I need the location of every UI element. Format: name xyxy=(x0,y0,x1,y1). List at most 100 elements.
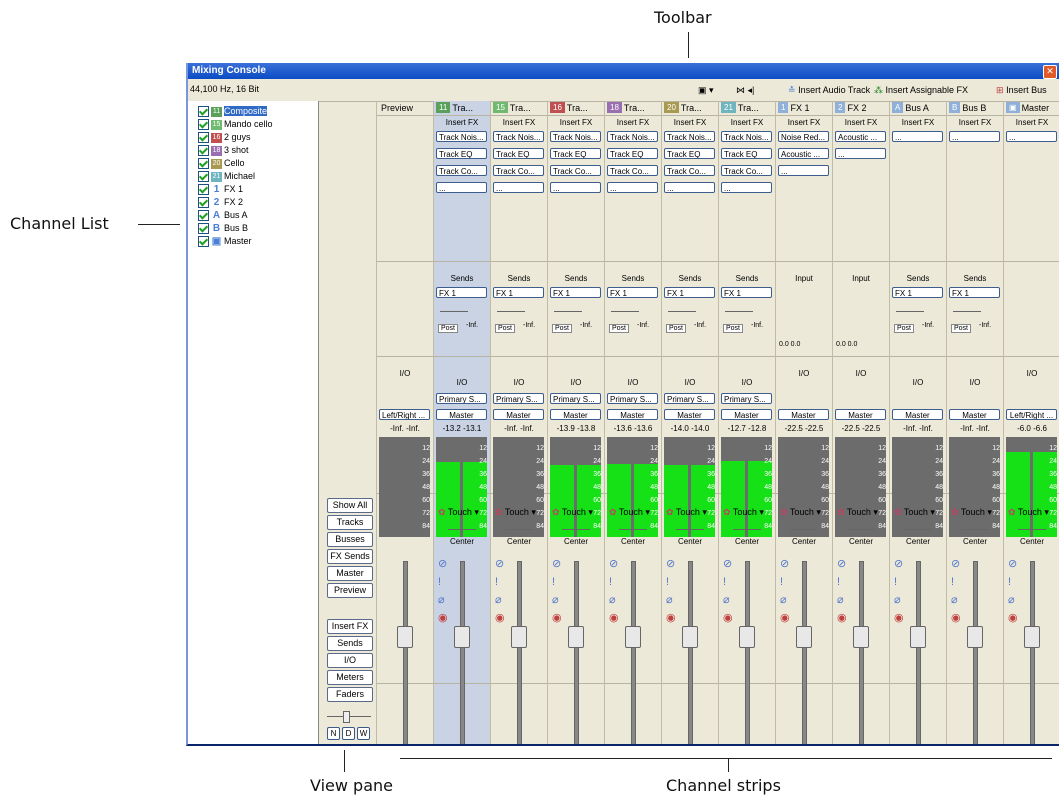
record-icon[interactable]: ◉ xyxy=(837,613,847,624)
channel-list-item[interactable]: 16 2 guys xyxy=(198,131,251,144)
mute-icon[interactable]: ⊘ xyxy=(1008,559,1017,570)
fx-slot-button[interactable]: Acoustic ... xyxy=(835,131,886,142)
fader-thumb[interactable] xyxy=(853,626,869,648)
fx-slot-button[interactable]: Track Co... xyxy=(664,165,715,176)
fx-slot-button[interactable]: ... xyxy=(778,165,829,176)
pan-slider[interactable] xyxy=(1018,529,1046,530)
post-button[interactable]: Post xyxy=(723,324,744,333)
checkbox[interactable] xyxy=(198,210,209,222)
record-icon[interactable]: ◉ xyxy=(552,613,562,624)
checkbox[interactable] xyxy=(198,132,209,144)
post-button[interactable]: Post xyxy=(666,324,687,333)
record-icon[interactable]: ◉ xyxy=(1008,613,1018,624)
output-select[interactable]: Master xyxy=(949,409,1000,420)
send-select[interactable]: FX 1 xyxy=(493,287,544,298)
mute-icon[interactable]: ⊘ xyxy=(837,559,846,570)
input-select[interactable]: Primary S... xyxy=(493,393,544,404)
fx-slot-button[interactable]: Track Nois... xyxy=(721,131,772,142)
fx-slot-button[interactable]: Track EQ xyxy=(664,148,715,159)
send-select[interactable]: FX 1 xyxy=(721,287,772,298)
mute-icon[interactable]: ⊘ xyxy=(552,559,561,570)
output-select[interactable]: Master xyxy=(493,409,544,420)
view-button[interactable]: Insert FX xyxy=(327,619,373,634)
fader-thumb[interactable] xyxy=(568,626,584,648)
send-select[interactable]: FX 1 xyxy=(436,287,487,298)
view-button[interactable]: Tracks xyxy=(327,515,373,530)
output-select[interactable]: Master xyxy=(607,409,658,420)
view-button[interactable]: Faders xyxy=(327,687,373,702)
fx-slot-button[interactable]: Track Co... xyxy=(550,165,601,176)
channel-list-item[interactable]: B Bus B xyxy=(198,222,248,235)
output-select[interactable]: Left/Right ... xyxy=(379,409,430,420)
send-slider[interactable] xyxy=(725,311,753,312)
fx-slot-button[interactable]: Track EQ xyxy=(436,148,487,159)
fader-thumb[interactable] xyxy=(1024,626,1040,648)
output-select[interactable]: Master xyxy=(664,409,715,420)
checkbox[interactable] xyxy=(198,106,209,118)
pan-slider[interactable] xyxy=(505,529,533,530)
phase-icon[interactable]: ⌀ xyxy=(666,595,673,606)
fx-slot-button[interactable]: ... xyxy=(1006,131,1057,142)
view-mode-button[interactable]: N xyxy=(327,727,340,740)
input-select[interactable]: Primary S... xyxy=(550,393,601,404)
checkbox[interactable] xyxy=(198,197,209,209)
automation-touch-button[interactable]: ✿ Touch ▾ xyxy=(951,507,992,518)
fader-thumb[interactable] xyxy=(511,626,527,648)
strip-header[interactable]: Preview xyxy=(377,101,433,116)
view-button[interactable]: Sends xyxy=(327,636,373,651)
pan-slider[interactable] xyxy=(562,529,590,530)
record-icon[interactable]: ◉ xyxy=(438,613,448,624)
fx-slot-button[interactable]: Noise Red... xyxy=(778,131,829,142)
phase-icon[interactable]: ⌀ xyxy=(837,595,844,606)
post-button[interactable]: Post xyxy=(495,324,516,333)
pan-slider[interactable] xyxy=(847,529,875,530)
fx-slot-button[interactable]: Track Nois... xyxy=(664,131,715,142)
dropdown-icon[interactable]: ▣ ▾ xyxy=(698,83,714,97)
mute-icon[interactable]: ⊘ xyxy=(780,559,789,570)
phase-icon[interactable]: ⌀ xyxy=(780,595,787,606)
strip-header[interactable]: 18 Tra... xyxy=(605,101,661,116)
phase-icon[interactable]: ⌀ xyxy=(894,595,901,606)
output-select[interactable]: Master xyxy=(835,409,886,420)
post-button[interactable]: Post xyxy=(894,324,915,333)
insert-bus-button[interactable]: ⊞ Insert Bus xyxy=(996,83,1047,97)
phase-icon[interactable]: ⌀ xyxy=(552,595,559,606)
insert-assignable-fx-button[interactable]: ⁂ Insert Assignable FX xyxy=(874,83,968,97)
phase-icon[interactable]: ⌀ xyxy=(1008,595,1015,606)
fader-thumb[interactable] xyxy=(967,626,983,648)
record-icon[interactable]: ◉ xyxy=(666,613,676,624)
checkbox[interactable] xyxy=(198,158,209,170)
automation-touch-button[interactable]: ✿ Touch ▾ xyxy=(609,507,650,518)
pan-slider[interactable] xyxy=(676,529,704,530)
post-button[interactable]: Post xyxy=(438,324,459,333)
view-button[interactable]: Busses xyxy=(327,532,373,547)
solo-icon[interactable]: ! xyxy=(609,577,612,588)
pan-slider[interactable] xyxy=(448,529,476,530)
strip-header[interactable]: 16 Tra... xyxy=(548,101,604,116)
post-button[interactable]: Post xyxy=(609,324,630,333)
fx-slot-button[interactable]: Track Nois... xyxy=(493,131,544,142)
channel-list-item[interactable]: 18 3 shot xyxy=(198,144,249,157)
automation-touch-button[interactable]: ✿ Touch ▾ xyxy=(894,507,935,518)
fx-slot-button[interactable]: Track Nois... xyxy=(436,131,487,142)
record-icon[interactable]: ◉ xyxy=(780,613,790,624)
automation-touch-button[interactable]: ✿ Touch ▾ xyxy=(552,507,593,518)
checkbox[interactable] xyxy=(198,184,209,196)
strip-header[interactable]: ▣ Master xyxy=(1004,101,1059,116)
view-button[interactable]: Preview xyxy=(327,583,373,598)
record-icon[interactable]: ◉ xyxy=(609,613,619,624)
solo-icon[interactable]: ! xyxy=(495,577,498,588)
record-icon[interactable]: ◉ xyxy=(495,613,505,624)
input-select[interactable]: Primary S... xyxy=(721,393,772,404)
solo-icon[interactable]: ! xyxy=(666,577,669,588)
phase-icon[interactable]: ⌀ xyxy=(951,595,958,606)
insert-audio-track-button[interactable]: ≛ Insert Audio Track xyxy=(788,83,870,97)
strip-header[interactable]: 20 Tra... xyxy=(662,101,718,116)
fx-slot-button[interactable]: ... xyxy=(949,131,1000,142)
automation-touch-button[interactable]: ✿ Touch ▾ xyxy=(1008,507,1049,518)
strip-header[interactable]: 1 FX 1 xyxy=(776,101,832,116)
send-slider[interactable] xyxy=(668,311,696,312)
channel-list-item[interactable]: 20 Cello xyxy=(198,157,245,170)
phase-icon[interactable]: ⌀ xyxy=(609,595,616,606)
output-select[interactable]: Master xyxy=(436,409,487,420)
